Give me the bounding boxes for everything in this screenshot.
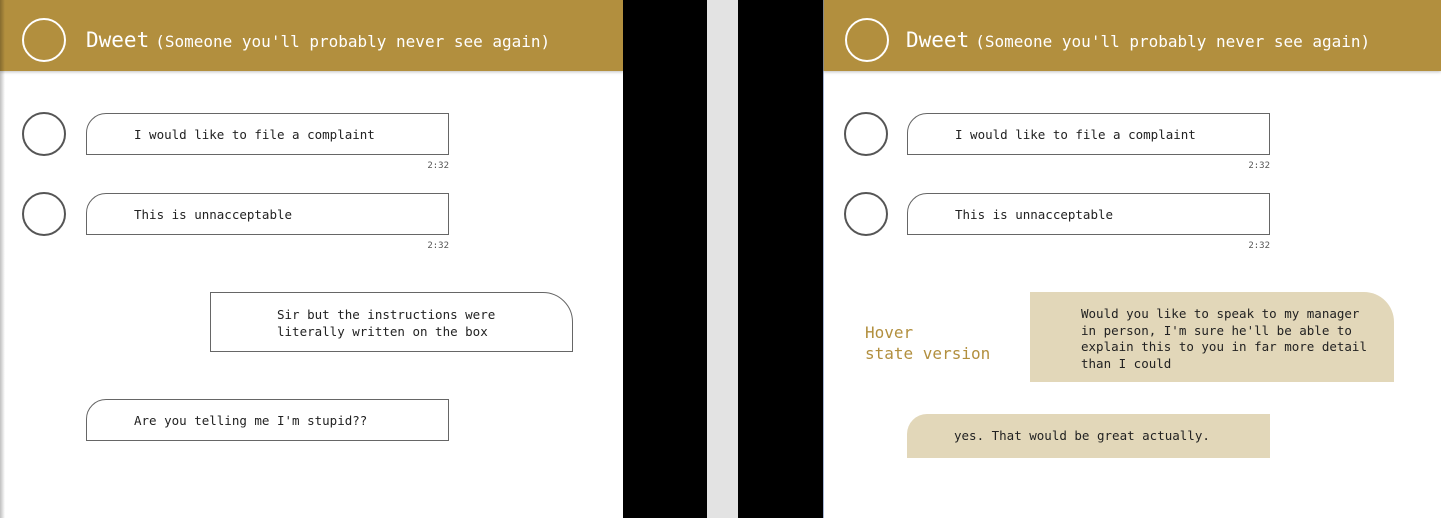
message-timestamp: 2:32 <box>427 161 449 171</box>
message-text: Sir but the instructions were literally … <box>277 307 496 339</box>
panel-edge-line <box>823 0 824 518</box>
divider-bar-left <box>623 0 707 518</box>
sender-avatar[interactable] <box>844 112 888 156</box>
message-text: Would you like to speak to my manager in… <box>1081 306 1367 371</box>
panel-gap <box>707 0 738 518</box>
sender-avatar[interactable] <box>22 112 66 156</box>
sender-avatar[interactable] <box>22 192 66 236</box>
chat-header: Dweet (Someone you'll probably never see … <box>0 0 624 71</box>
chat-panel-left: Dweet (Someone you'll probably never see … <box>0 0 624 518</box>
message-bubble-outgoing[interactable]: Sir but the instructions were literally … <box>210 292 573 352</box>
hover-state-label: Hover state version <box>865 323 991 363</box>
chat-header: Dweet (Someone you'll probably never see … <box>823 0 1441 71</box>
message-bubble-incoming[interactable]: This is unnacceptable <box>907 193 1270 235</box>
chat-title: Dweet (Someone you'll probably never see … <box>86 28 550 52</box>
message-text: I would like to file a complaint <box>134 127 375 142</box>
message-text: This is unnacceptable <box>134 207 293 222</box>
contact-subtitle: (Someone you'll probably never see again… <box>975 32 1371 51</box>
contact-name: Dweet <box>906 28 970 52</box>
message-text: Are you telling me I'm stupid?? <box>134 413 368 428</box>
message-bubble-incoming-hover[interactable]: yes. That would be great actually. <box>907 414 1270 458</box>
chat-title: Dweet (Someone you'll probably never see … <box>906 28 1370 52</box>
message-text: This is unnacceptable <box>955 207 1114 222</box>
message-bubble-incoming[interactable]: I would like to file a complaint <box>86 113 449 155</box>
message-bubble-incoming[interactable]: I would like to file a complaint <box>907 113 1270 155</box>
message-timestamp: 2:32 <box>1248 241 1270 251</box>
contact-avatar[interactable] <box>845 18 889 62</box>
panel-edge-shadow <box>0 0 5 518</box>
contact-name: Dweet <box>86 28 150 52</box>
message-bubble-outgoing-hover[interactable]: Would you like to speak to my manager in… <box>1030 292 1394 382</box>
contact-avatar[interactable] <box>22 18 66 62</box>
divider-bar-right <box>738 0 823 518</box>
message-bubble-incoming[interactable]: Are you telling me I'm stupid?? <box>86 399 449 441</box>
contact-subtitle: (Someone you'll probably never see again… <box>155 32 551 51</box>
message-bubble-incoming[interactable]: This is unnacceptable <box>86 193 449 235</box>
message-timestamp: 2:32 <box>1248 161 1270 171</box>
message-text: yes. That would be great actually. <box>954 428 1210 443</box>
message-text: I would like to file a complaint <box>955 127 1196 142</box>
message-timestamp: 2:32 <box>427 241 449 251</box>
sender-avatar[interactable] <box>844 192 888 236</box>
chat-panel-right: Dweet (Someone you'll probably never see … <box>823 0 1441 518</box>
